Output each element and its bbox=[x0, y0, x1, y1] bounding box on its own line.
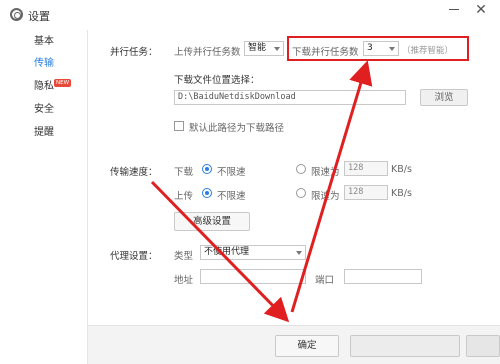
arrow-to-download-parallel bbox=[290, 60, 373, 313]
annotation-arrows bbox=[150, 60, 373, 323]
arrow-to-ok-button bbox=[150, 180, 290, 323]
